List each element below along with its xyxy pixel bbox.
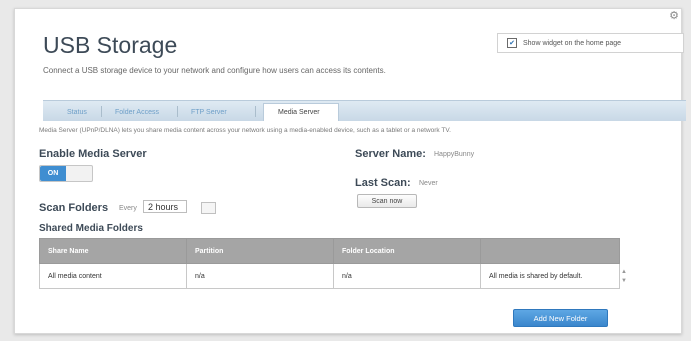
show-widget-option[interactable]: ✔ Show widget on the home page bbox=[497, 33, 684, 53]
server-name-value: HappyBunny bbox=[434, 151, 475, 158]
table-row[interactable]: All media content n/a n/a All media is s… bbox=[39, 263, 620, 289]
server-name-label: Server Name: bbox=[355, 148, 426, 160]
scan-interval-select[interactable]: 2 hours bbox=[143, 200, 187, 213]
cell-share-name: All media content bbox=[39, 263, 187, 289]
scan-every-label: Every bbox=[119, 205, 137, 212]
cell-note: All media is shared by default. bbox=[480, 263, 620, 289]
cell-folder-location: n/a bbox=[333, 263, 481, 289]
page-subtitle: Connect a USB storage device to your net… bbox=[43, 66, 386, 75]
tab-status[interactable]: Status bbox=[57, 105, 97, 119]
last-scan-value: Never bbox=[419, 180, 438, 187]
column-header-partition: Partition bbox=[186, 238, 334, 264]
scroll-arrows-icon[interactable]: ▲ ▼ bbox=[621, 268, 627, 296]
toggle-on-label: ON bbox=[40, 166, 66, 181]
dropdown-icon[interactable] bbox=[201, 202, 216, 214]
add-new-folder-button[interactable]: Add New Folder bbox=[513, 309, 608, 327]
table-header-row: Share Name Partition Folder Location bbox=[39, 238, 620, 264]
column-header-note bbox=[480, 238, 620, 264]
column-header-share-name: Share Name bbox=[39, 238, 187, 264]
scan-now-button[interactable]: Scan now bbox=[357, 194, 417, 208]
gear-icon[interactable]: ⚙ bbox=[669, 11, 679, 22]
last-scan-label: Last Scan: bbox=[355, 177, 411, 189]
tab-divider bbox=[177, 106, 178, 117]
shared-folders-table: Share Name Partition Folder Location All… bbox=[39, 238, 620, 289]
tab-folder-access[interactable]: Folder Access bbox=[105, 105, 169, 119]
usb-storage-panel: ⚙ USB Storage Connect a USB storage devi… bbox=[14, 8, 686, 334]
column-header-folder-location: Folder Location bbox=[333, 238, 481, 264]
shared-media-folders-title: Shared Media Folders bbox=[39, 223, 143, 234]
tab-divider bbox=[255, 106, 256, 117]
tab-ftp-server[interactable]: FTP Server bbox=[181, 105, 237, 119]
checkbox-checked-icon[interactable]: ✔ bbox=[507, 38, 517, 48]
scan-folders-label: Scan Folders bbox=[39, 202, 109, 214]
cell-partition: n/a bbox=[186, 263, 334, 289]
enable-media-server-label: Enable Media Server bbox=[39, 148, 147, 160]
page-title: USB Storage bbox=[43, 32, 178, 58]
media-server-description: Media Server (UPnP/DLNA) lets you share … bbox=[39, 127, 451, 134]
tab-bar: Status Folder Access FTP Server Media Se… bbox=[43, 100, 686, 121]
show-widget-label: Show widget on the home page bbox=[523, 39, 622, 47]
tab-divider bbox=[101, 106, 102, 117]
tab-media-server[interactable]: Media Server bbox=[263, 103, 339, 121]
media-server-toggle[interactable]: ON bbox=[39, 165, 93, 182]
